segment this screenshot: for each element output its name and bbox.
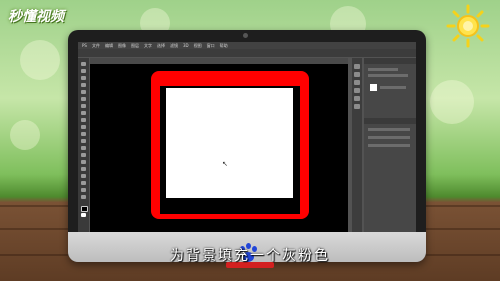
- dodge-tool-icon[interactable]: [81, 153, 86, 157]
- webcam-dot: [243, 33, 248, 38]
- options-bar[interactable]: [78, 49, 416, 57]
- background-bokeh: [10, 120, 40, 150]
- panel-header[interactable]: [364, 58, 416, 64]
- layer-row[interactable]: [368, 136, 410, 139]
- stamp-tool-icon[interactable]: [81, 118, 86, 122]
- menu-item[interactable]: 选择: [157, 42, 165, 49]
- shape-tool-icon[interactable]: [81, 181, 86, 185]
- background-color-swatch[interactable]: [81, 213, 86, 217]
- hand-tool-icon[interactable]: [81, 188, 86, 192]
- menu-bar: PS 文件 编辑 图像 图层 文字 选择 滤镜 3D 视图 窗口 帮助: [78, 42, 416, 49]
- menu-item[interactable]: 图像: [118, 42, 126, 49]
- menu-item[interactable]: 视图: [194, 42, 202, 49]
- history-brush-tool-icon[interactable]: [81, 125, 86, 129]
- color-swatch[interactable]: [370, 84, 377, 91]
- white-canvas-layer[interactable]: [166, 88, 293, 198]
- menu-item[interactable]: 帮助: [220, 42, 228, 49]
- menu-item[interactable]: 图层: [131, 42, 139, 49]
- panel-icon-strip: [352, 58, 362, 232]
- path-select-tool-icon[interactable]: [81, 174, 86, 178]
- lasso-tool-icon[interactable]: [81, 76, 86, 80]
- menu-item[interactable]: 文字: [144, 42, 152, 49]
- gradient-tool-icon[interactable]: [81, 139, 86, 143]
- pen-tool-icon[interactable]: [81, 160, 86, 164]
- photoshop-window: PS 文件 编辑 图像 图层 文字 选择 滤镜 3D 视图 窗口 帮助 ↖: [78, 42, 416, 232]
- right-panel: [364, 58, 416, 232]
- type-tool-icon[interactable]: [81, 167, 86, 171]
- zoom-tool-icon[interactable]: [81, 195, 86, 199]
- cursor-icon: ↖: [222, 160, 228, 168]
- layer-row[interactable]: [368, 128, 410, 131]
- marquee-tool-icon[interactable]: [81, 69, 86, 73]
- tools-panel: [78, 58, 89, 232]
- menu-item[interactable]: 窗口: [207, 42, 215, 49]
- clone-panel-icon[interactable]: [354, 104, 360, 109]
- panel-row[interactable]: [368, 68, 398, 71]
- video-subtitle: 为背景填充一个灰粉色: [170, 248, 330, 264]
- eraser-tool-icon[interactable]: [81, 132, 86, 136]
- quick-select-tool-icon[interactable]: [81, 83, 86, 87]
- paragraph-panel-icon[interactable]: [354, 88, 360, 93]
- background-bokeh: [20, 40, 60, 80]
- crop-tool-icon[interactable]: [81, 90, 86, 94]
- eyedropper-tool-icon[interactable]: [81, 97, 86, 101]
- menu-item[interactable]: 编辑: [105, 42, 113, 49]
- brush-panel-icon[interactable]: [354, 96, 360, 101]
- background-bokeh: [430, 80, 474, 124]
- character-panel-icon[interactable]: [354, 80, 360, 85]
- layer-row[interactable]: [368, 144, 410, 147]
- layers-panel-header[interactable]: [364, 118, 416, 124]
- watermark-logo: 秒懂视频: [8, 9, 64, 25]
- healing-tool-icon[interactable]: [81, 104, 86, 108]
- brush-tool-icon[interactable]: [81, 111, 86, 115]
- canvas-area[interactable]: ↖: [90, 64, 348, 232]
- menu-item[interactable]: 3D: [183, 42, 189, 49]
- sun-icon: [446, 4, 490, 48]
- panel-row[interactable]: [368, 74, 408, 77]
- history-panel-icon[interactable]: [354, 64, 360, 69]
- properties-panel-icon[interactable]: [354, 72, 360, 77]
- move-tool-icon[interactable]: [81, 62, 86, 66]
- foreground-color-swatch[interactable]: [81, 206, 88, 212]
- menu-item[interactable]: PS: [82, 42, 87, 49]
- menu-item[interactable]: 文件: [92, 42, 100, 49]
- menu-item[interactable]: 滤镜: [170, 42, 178, 49]
- blur-tool-icon[interactable]: [81, 146, 86, 150]
- panel-row[interactable]: [380, 86, 406, 89]
